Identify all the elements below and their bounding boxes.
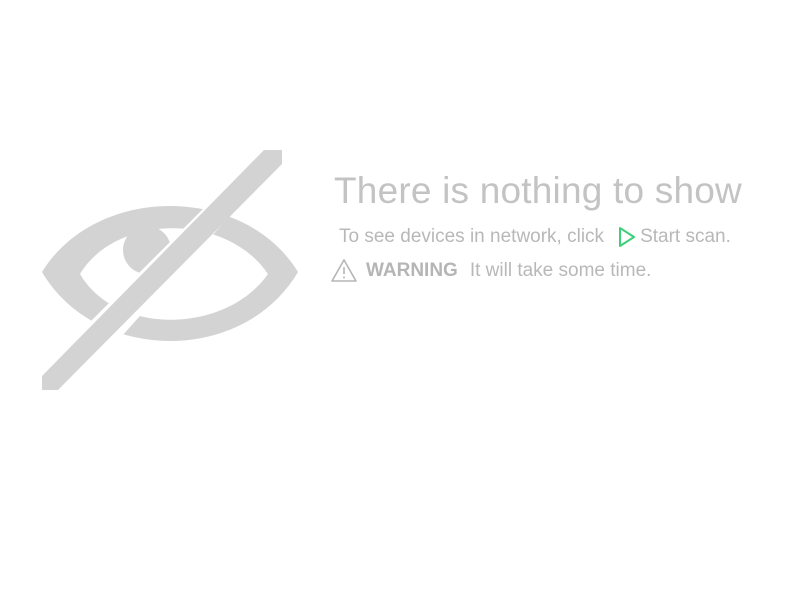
scan-hint-text: To see devices in network, click bbox=[339, 226, 605, 247]
eye-slash-icon bbox=[36, 144, 306, 396]
empty-state-message: There is nothing to show To see devices … bbox=[330, 166, 796, 284]
warning-row: WARNING It will take some time. bbox=[330, 258, 796, 284]
scan-hint: To see devices in network, click Start s… bbox=[339, 224, 796, 250]
empty-state-headline: There is nothing to show bbox=[334, 170, 742, 211]
empty-state: There is nothing to show To see devices … bbox=[0, 0, 800, 600]
warning-triangle-icon bbox=[330, 258, 358, 284]
warning-text: It will take some time. bbox=[469, 260, 652, 281]
play-icon[interactable] bbox=[618, 226, 636, 248]
start-scan-link[interactable]: Start scan. bbox=[640, 224, 731, 250]
warning-label: WARNING bbox=[366, 260, 458, 281]
